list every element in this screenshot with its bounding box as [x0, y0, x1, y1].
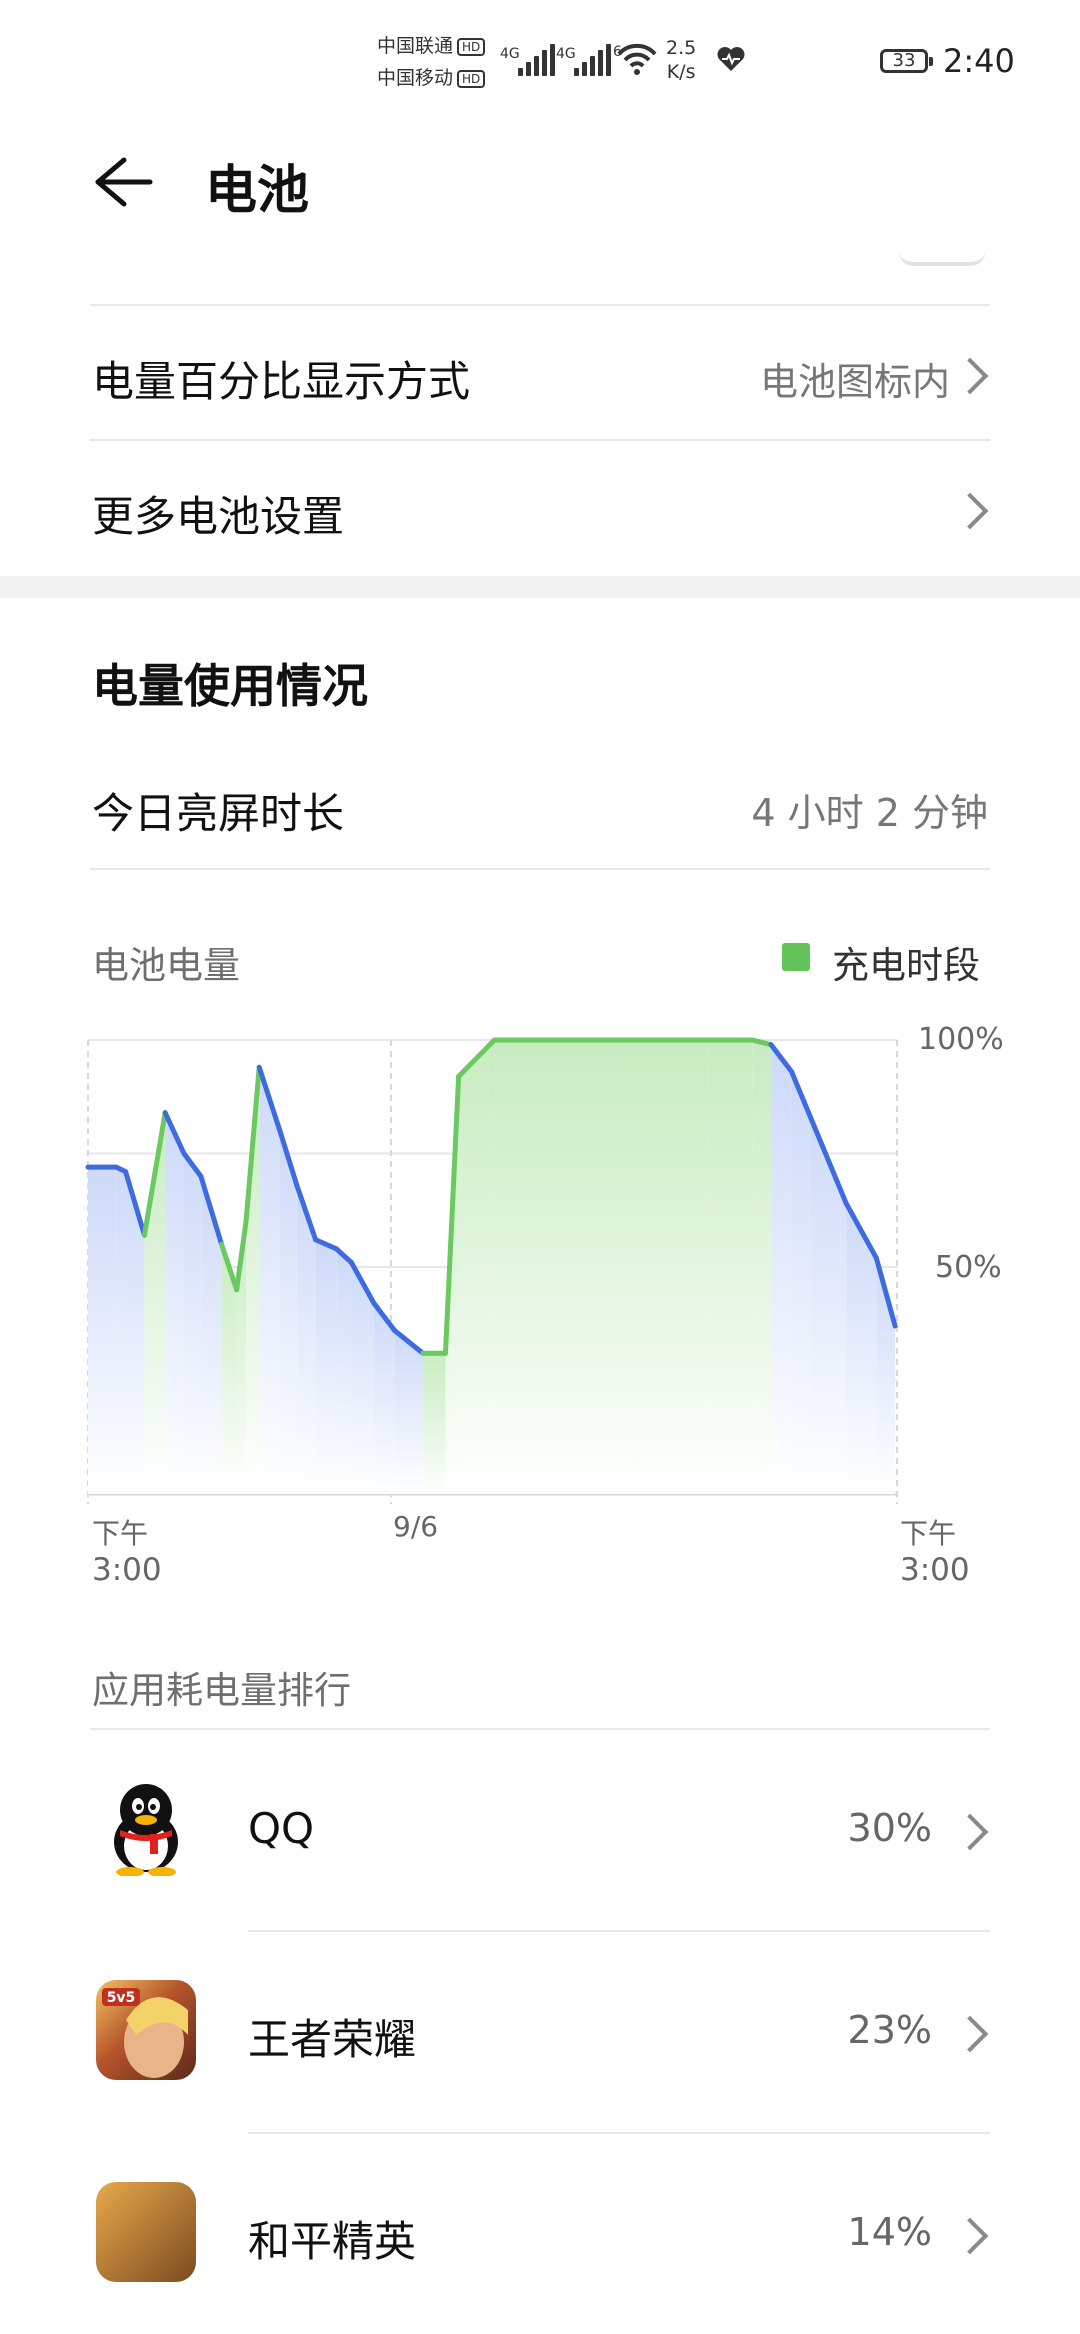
discharge-area-segment: [200, 1176, 222, 1494]
back-icon[interactable]: [88, 148, 158, 218]
percentage-display-row[interactable]: 电量百分比显示方式 电池图标内: [0, 306, 1080, 440]
app-name: 王者荣耀: [248, 2015, 417, 2064]
app-percent: 30%: [847, 1806, 932, 1850]
app-row-honor-of-kings[interactable]: 5v5 王者荣耀 23%: [0, 1932, 1080, 2132]
divider: [90, 868, 990, 870]
legend-charging-label: 充电时段: [832, 944, 980, 987]
discharge-area-segment: [336, 1248, 352, 1494]
discharge-area-segment: [373, 1303, 395, 1494]
wifi-icon: 6: [613, 40, 657, 76]
screen-time-value: 4 小时 2 分钟: [751, 791, 988, 835]
chart-title: 电池电量: [92, 944, 240, 987]
discharge-area-segment: [116, 1167, 126, 1494]
network-speed: 2.5 K/s: [666, 37, 697, 83]
chevron-right-icon: [951, 492, 989, 530]
discharge-area-segment: [394, 1330, 423, 1494]
game-for-peace-icon: [96, 2182, 196, 2282]
discharge-area-segment: [791, 1071, 811, 1494]
screen-time-label: 今日亮屏时长: [92, 789, 345, 838]
heart-icon: [716, 46, 746, 76]
section-gap: [0, 576, 1080, 598]
honor-of-kings-icon: 5v5: [96, 1980, 196, 2080]
legend-charging-swatch: [782, 943, 810, 971]
y-tick-50: 50%: [935, 1250, 1002, 1285]
chart-areas: [88, 1040, 896, 1494]
more-battery-settings-row[interactable]: 更多电池设置: [0, 441, 1080, 575]
battery-chart: [85, 1037, 898, 1504]
row-value: 电池图标内: [759, 360, 950, 404]
y-tick-100: 100%: [918, 1022, 1004, 1057]
app-row-qq[interactable]: QQ 30%: [0, 1730, 1080, 1930]
discharge-area-segment: [315, 1239, 337, 1494]
discharge-area-segment: [183, 1153, 201, 1494]
carrier-2: 中国移动 HD: [377, 66, 486, 90]
scrolled-row-remnant: [898, 250, 986, 266]
charging-area-segment: [422, 1353, 446, 1494]
x-tick-end: 下午 3:00: [900, 1517, 970, 1588]
signal-1-icon: 4G: [500, 42, 555, 76]
chevron-right-icon: [951, 357, 989, 395]
page-title: 电池: [205, 161, 310, 221]
row-label: 更多电池设置: [92, 492, 345, 541]
app-row-game-for-peace[interactable]: 和平精英 14%: [0, 2134, 1080, 2334]
status-time: 2:40: [943, 42, 1015, 80]
hd-badge: HD: [457, 37, 486, 56]
app-percent: 23%: [847, 2008, 932, 2052]
hd-badge: HD: [457, 69, 486, 88]
usage-section-title: 电量使用情况: [92, 659, 368, 713]
charging-area-segment: [494, 1040, 709, 1494]
battery-icon: 33: [880, 49, 933, 73]
x-tick-start: 下午 3:00: [92, 1517, 162, 1588]
charging-area-segment: [752, 1040, 771, 1494]
x-tick-mid: 9/6: [393, 1510, 439, 1543]
discharge-area-segment: [259, 1067, 280, 1494]
discharge-area-segment: [88, 1167, 117, 1494]
ranking-title: 应用耗电量排行: [92, 1669, 351, 1712]
charging-area-segment: [458, 1040, 495, 1494]
charging-area-segment: [708, 1040, 753, 1494]
discharge-area-segment: [810, 1117, 847, 1494]
row-label: 电量百分比显示方式: [92, 357, 471, 406]
chevron-right-icon: [951, 1813, 989, 1851]
app-percent: 14%: [847, 2210, 932, 2254]
chevron-right-icon: [951, 2217, 989, 2255]
carrier-1: 中国联通 HD: [377, 34, 486, 58]
app-name: QQ: [248, 1804, 315, 1853]
discharge-area-segment: [770, 1044, 792, 1494]
chevron-right-icon: [951, 2015, 989, 2053]
discharge-area-segment: [165, 1112, 184, 1494]
svg-text:5v5: 5v5: [107, 1990, 136, 2006]
qq-icon: [104, 1780, 188, 1877]
app-name: 和平精英: [248, 2217, 417, 2266]
signal-2-icon: 4G: [556, 42, 611, 76]
